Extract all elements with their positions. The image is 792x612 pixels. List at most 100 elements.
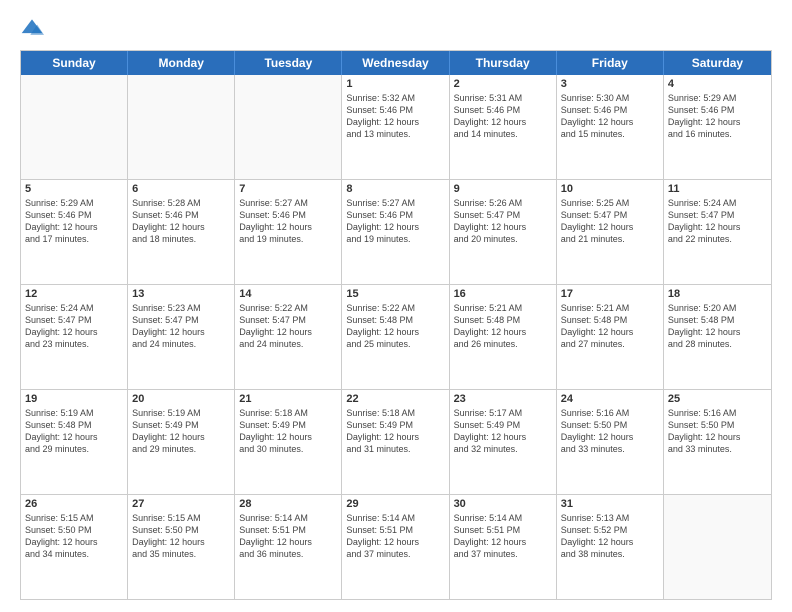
day-cell-18: 18 Sunrise: 5:20 AM Sunset: 5:48 PM Dayli… (664, 285, 771, 389)
day-number: 26 (25, 498, 123, 510)
day-number: 3 (561, 78, 659, 90)
header-day-monday: Monday (128, 51, 235, 75)
day-number: 12 (25, 288, 123, 300)
calendar-body: 1 Sunrise: 5:32 AM Sunset: 5:46 PM Daylig… (21, 75, 771, 599)
header-day-thursday: Thursday (450, 51, 557, 75)
day-cell-29: 29 Sunrise: 5:14 AM Sunset: 5:51 PM Dayli… (342, 495, 449, 599)
day-cell-10: 10 Sunrise: 5:25 AM Sunset: 5:47 PM Dayli… (557, 180, 664, 284)
day-number: 14 (239, 288, 337, 300)
calendar-row-2: 12 Sunrise: 5:24 AM Sunset: 5:47 PM Dayli… (21, 285, 771, 390)
calendar-row-4: 26 Sunrise: 5:15 AM Sunset: 5:50 PM Dayli… (21, 495, 771, 599)
cell-info: Sunrise: 5:18 AM Sunset: 5:49 PM Dayligh… (239, 407, 337, 456)
cell-info: Sunrise: 5:26 AM Sunset: 5:47 PM Dayligh… (454, 197, 552, 246)
cell-info: Sunrise: 5:16 AM Sunset: 5:50 PM Dayligh… (561, 407, 659, 456)
day-number: 20 (132, 393, 230, 405)
day-number: 8 (346, 183, 444, 195)
day-cell-13: 13Sunrise: 5:23 AM Sunset: 5:47 PM Dayli… (128, 285, 235, 389)
day-number: 7 (239, 183, 337, 195)
day-cell-4: 4 Sunrise: 5:29 AM Sunset: 5:46 PM Daylig… (664, 75, 771, 179)
day-number: 24 (561, 393, 659, 405)
cell-info: Sunrise: 5:30 AM Sunset: 5:46 PM Dayligh… (561, 92, 659, 141)
calendar-row-3: 19 Sunrise: 5:19 AM Sunset: 5:48 PM Dayli… (21, 390, 771, 495)
day-number: 22 (346, 393, 444, 405)
day-number: 18 (668, 288, 767, 300)
header-day-wednesday: Wednesday (342, 51, 449, 75)
cell-info: Sunrise: 5:21 AM Sunset: 5:48 PM Dayligh… (454, 302, 552, 351)
day-cell-21: 21 Sunrise: 5:18 AM Sunset: 5:49 PM Dayli… (235, 390, 342, 494)
day-number: 5 (25, 183, 123, 195)
cell-info: Sunrise: 5:22 AM Sunset: 5:48 PM Dayligh… (346, 302, 444, 351)
empty-cell (664, 495, 771, 599)
day-cell-7: 7 Sunrise: 5:27 AM Sunset: 5:46 PM Daylig… (235, 180, 342, 284)
day-cell-11: 11 Sunrise: 5:24 AM Sunset: 5:47 PM Dayli… (664, 180, 771, 284)
day-number: 6 (132, 183, 230, 195)
day-cell-31: 31 Sunrise: 5:13 AM Sunset: 5:52 PM Dayli… (557, 495, 664, 599)
day-cell-1: 1 Sunrise: 5:32 AM Sunset: 5:46 PM Daylig… (342, 75, 449, 179)
day-number: 17 (561, 288, 659, 300)
cell-info: Sunrise: 5:19 AM Sunset: 5:48 PM Dayligh… (25, 407, 123, 456)
day-number: 16 (454, 288, 552, 300)
day-number: 15 (346, 288, 444, 300)
day-cell-9: 9 Sunrise: 5:26 AM Sunset: 5:47 PM Daylig… (450, 180, 557, 284)
cell-info: Sunrise: 5:32 AM Sunset: 5:46 PM Dayligh… (346, 92, 444, 141)
cell-info: Sunrise: 5:29 AM Sunset: 5:46 PM Dayligh… (668, 92, 767, 141)
day-cell-28: 28Sunrise: 5:14 AM Sunset: 5:51 PM Dayli… (235, 495, 342, 599)
day-cell-17: 17Sunrise: 5:21 AM Sunset: 5:48 PM Dayli… (557, 285, 664, 389)
day-number: 25 (668, 393, 767, 405)
day-cell-19: 19 Sunrise: 5:19 AM Sunset: 5:48 PM Dayli… (21, 390, 128, 494)
cell-info: Sunrise: 5:27 AM Sunset: 5:46 PM Dayligh… (346, 197, 444, 246)
day-number: 1 (346, 78, 444, 90)
cell-info: Sunrise: 5:24 AM Sunset: 5:47 PM Dayligh… (25, 302, 123, 351)
day-number: 21 (239, 393, 337, 405)
day-cell-3: 3 Sunrise: 5:30 AM Sunset: 5:46 PM Daylig… (557, 75, 664, 179)
day-number: 4 (668, 78, 767, 90)
day-number: 2 (454, 78, 552, 90)
day-cell-12: 12 Sunrise: 5:24 AM Sunset: 5:47 PM Dayli… (21, 285, 128, 389)
day-number: 23 (454, 393, 552, 405)
day-number: 9 (454, 183, 552, 195)
calendar: SundayMondayTuesdayWednesdayThursdayFrid… (20, 50, 772, 600)
cell-info: Sunrise: 5:25 AM Sunset: 5:47 PM Dayligh… (561, 197, 659, 246)
header (20, 16, 772, 40)
day-number: 11 (668, 183, 767, 195)
cell-info: Sunrise: 5:27 AM Sunset: 5:46 PM Dayligh… (239, 197, 337, 246)
day-number: 30 (454, 498, 552, 510)
cell-info: Sunrise: 5:24 AM Sunset: 5:47 PM Dayligh… (668, 197, 767, 246)
day-cell-24: 24 Sunrise: 5:16 AM Sunset: 5:50 PM Dayli… (557, 390, 664, 494)
logo (20, 16, 48, 40)
day-cell-22: 22 Sunrise: 5:18 AM Sunset: 5:49 PM Dayli… (342, 390, 449, 494)
day-cell-30: 30 Sunrise: 5:14 AM Sunset: 5:51 PM Dayli… (450, 495, 557, 599)
cell-info: Sunrise: 5:15 AM Sunset: 5:50 PM Dayligh… (25, 512, 123, 561)
cell-info: Sunrise: 5:13 AM Sunset: 5:52 PM Dayligh… (561, 512, 659, 561)
cell-info: Sunrise: 5:20 AM Sunset: 5:48 PM Dayligh… (668, 302, 767, 351)
calendar-row-1: 5 Sunrise: 5:29 AM Sunset: 5:46 PM Daylig… (21, 180, 771, 285)
cell-info: Sunrise: 5:14 AM Sunset: 5:51 PM Dayligh… (454, 512, 552, 561)
day-number: 19 (25, 393, 123, 405)
day-cell-2: 2 Sunrise: 5:31 AM Sunset: 5:46 PM Daylig… (450, 75, 557, 179)
day-number: 31 (561, 498, 659, 510)
day-number: 27 (132, 498, 230, 510)
day-cell-16: 16 Sunrise: 5:21 AM Sunset: 5:48 PM Dayli… (450, 285, 557, 389)
day-number: 29 (346, 498, 444, 510)
day-cell-15: 15 Sunrise: 5:22 AM Sunset: 5:48 PM Dayli… (342, 285, 449, 389)
cell-info: Sunrise: 5:15 AM Sunset: 5:50 PM Dayligh… (132, 512, 230, 561)
cell-info: Sunrise: 5:31 AM Sunset: 5:46 PM Dayligh… (454, 92, 552, 141)
cell-info: Sunrise: 5:18 AM Sunset: 5:49 PM Dayligh… (346, 407, 444, 456)
header-day-tuesday: Tuesday (235, 51, 342, 75)
day-cell-27: 27 Sunrise: 5:15 AM Sunset: 5:50 PM Dayli… (128, 495, 235, 599)
cell-info: Sunrise: 5:28 AM Sunset: 5:46 PM Dayligh… (132, 197, 230, 246)
day-cell-6: 6 Sunrise: 5:28 AM Sunset: 5:46 PM Daylig… (128, 180, 235, 284)
cell-info: Sunrise: 5:29 AM Sunset: 5:46 PM Dayligh… (25, 197, 123, 246)
day-number: 10 (561, 183, 659, 195)
day-cell-26: 26 Sunrise: 5:15 AM Sunset: 5:50 PM Dayli… (21, 495, 128, 599)
header-day-saturday: Saturday (664, 51, 771, 75)
day-cell-23: 23Sunrise: 5:17 AM Sunset: 5:49 PM Dayli… (450, 390, 557, 494)
page: SundayMondayTuesdayWednesdayThursdayFrid… (0, 0, 792, 612)
calendar-row-0: 1 Sunrise: 5:32 AM Sunset: 5:46 PM Daylig… (21, 75, 771, 180)
day-number: 28 (239, 498, 337, 510)
header-day-friday: Friday (557, 51, 664, 75)
cell-info: Sunrise: 5:16 AM Sunset: 5:50 PM Dayligh… (668, 407, 767, 456)
header-day-sunday: Sunday (21, 51, 128, 75)
day-cell-25: 25 Sunrise: 5:16 AM Sunset: 5:50 PM Dayli… (664, 390, 771, 494)
cell-info: Sunrise: 5:14 AM Sunset: 5:51 PM Dayligh… (346, 512, 444, 561)
